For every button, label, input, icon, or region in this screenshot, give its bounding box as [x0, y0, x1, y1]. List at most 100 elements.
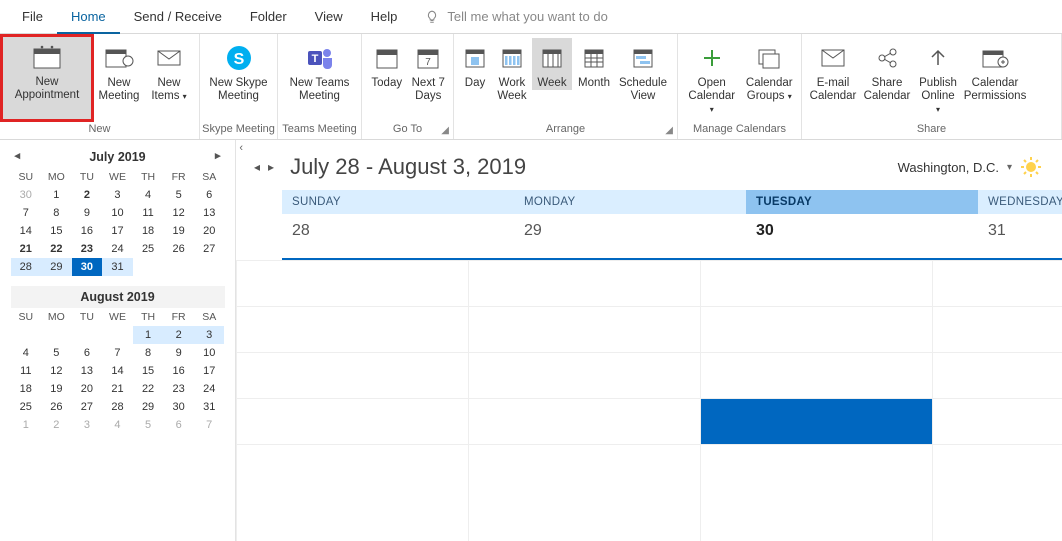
time-slot[interactable] — [933, 306, 1062, 352]
mini-cal-day[interactable]: 1 — [41, 186, 72, 204]
new-meeting-button[interactable]: New Meeting — [93, 38, 145, 103]
tab-folder[interactable]: Folder — [236, 0, 301, 34]
mini-cal-day[interactable]: 20 — [72, 380, 103, 398]
mini-cal-day[interactable]: 4 — [133, 186, 164, 204]
mini-cal-day[interactable]: 5 — [163, 186, 194, 204]
mini-cal-day[interactable]: 1 — [133, 326, 164, 344]
new-appointment-button[interactable]: New Appointment — [3, 37, 91, 119]
today-button[interactable]: Today — [366, 38, 408, 90]
time-slot[interactable] — [933, 260, 1062, 306]
email-calendar-button[interactable]: E-mail Calendar — [806, 38, 860, 103]
mini-cal-day[interactable]: 30 — [11, 186, 42, 204]
new-items-button[interactable]: New Items ▾ — [145, 38, 193, 103]
mini-cal-day[interactable]: 2 — [163, 326, 194, 344]
mini-cal-day[interactable]: 21 — [102, 380, 133, 398]
mini-cal-day[interactable]: 13 — [72, 362, 103, 380]
day-column[interactable] — [236, 260, 468, 541]
mini-cal-day[interactable]: 17 — [194, 362, 225, 380]
mini-cal-day[interactable]: 1 — [11, 416, 42, 434]
time-slot[interactable] — [933, 398, 1062, 444]
day-column-header[interactable]: WEDNESDAY31 — [978, 190, 1062, 258]
share-calendar-button[interactable]: Share Calendar — [860, 38, 914, 103]
next-week-button[interactable]: ▸ — [264, 160, 278, 174]
mini-cal-day[interactable]: 3 — [194, 326, 225, 344]
time-slot[interactable] — [701, 260, 932, 306]
mini-cal-day[interactable]: 21 — [11, 240, 42, 258]
time-slot[interactable] — [469, 260, 700, 306]
mini-cal-day[interactable]: 10 — [102, 204, 133, 222]
time-slot[interactable] — [237, 260, 468, 306]
mini-cal-day[interactable]: 8 — [41, 204, 72, 222]
mini-cal-day[interactable]: 16 — [72, 222, 103, 240]
work-week-button[interactable]: Work Week — [492, 38, 532, 103]
tab-home[interactable]: Home — [57, 0, 120, 34]
mini-cal-day[interactable]: 31 — [194, 398, 225, 416]
day-column-header[interactable]: SUNDAY28 — [282, 190, 514, 258]
mini-cal-day[interactable]: 4 — [11, 344, 42, 362]
mini-cal-day[interactable]: 27 — [72, 398, 103, 416]
mini-cal-day[interactable]: 28 — [102, 398, 133, 416]
mini-cal-day[interactable]: 6 — [194, 186, 225, 204]
mini-cal-day[interactable]: 28 — [11, 258, 42, 276]
day-column-header[interactable]: MONDAY29 — [514, 190, 746, 258]
mini-cal-day[interactable]: 4 — [102, 416, 133, 434]
new-teams-meeting-button[interactable]: T New Teams Meeting — [282, 38, 357, 103]
collapse-navigator-icon[interactable]: ‹ — [239, 142, 243, 154]
calendar-groups-button[interactable]: Calendar Groups ▾ — [741, 38, 797, 103]
time-slot[interactable] — [469, 306, 700, 352]
tab-help[interactable]: Help — [357, 0, 412, 34]
mini-cal-day[interactable]: 6 — [72, 344, 103, 362]
mini-cal-day[interactable]: 30 — [163, 398, 194, 416]
mini-cal-day[interactable]: 25 — [133, 240, 164, 258]
time-slot[interactable] — [701, 444, 932, 490]
mini-cal-day[interactable]: 19 — [163, 222, 194, 240]
next-month-button[interactable]: ▸ — [215, 149, 221, 162]
day-column-header[interactable]: TUESDAY30 — [746, 190, 978, 258]
mini-cal-day[interactable]: 6 — [163, 416, 194, 434]
time-slot[interactable] — [933, 352, 1062, 398]
publish-online-button[interactable]: Publish Online ▾ — [914, 38, 962, 116]
mini-cal-day[interactable]: 2 — [72, 186, 103, 204]
mini-cal-day[interactable]: 22 — [133, 380, 164, 398]
mini-cal-day[interactable]: 9 — [72, 204, 103, 222]
prev-week-button[interactable]: ◂ — [250, 160, 264, 174]
tab-send-receive[interactable]: Send / Receive — [120, 0, 236, 34]
mini-cal-day[interactable]: 25 — [11, 398, 42, 416]
mini-cal-day[interactable]: 5 — [41, 344, 72, 362]
time-grid[interactable] — [236, 260, 1062, 541]
mini-cal-day[interactable]: 19 — [41, 380, 72, 398]
time-slot[interactable] — [701, 352, 932, 398]
day-column[interactable] — [932, 260, 1062, 541]
mini-cal-day[interactable]: 22 — [41, 240, 72, 258]
mini-cal-day[interactable]: 8 — [133, 344, 164, 362]
mini-cal-day[interactable]: 23 — [163, 380, 194, 398]
mini-cal-day[interactable]: 27 — [194, 240, 225, 258]
mini-cal-day[interactable]: 7 — [102, 344, 133, 362]
prev-month-button[interactable]: ◂ — [15, 149, 21, 162]
mini-cal-day[interactable]: 29 — [41, 258, 72, 276]
mini-cal-day[interactable]: 18 — [133, 222, 164, 240]
mini-cal-day[interactable]: 31 — [102, 258, 133, 276]
time-slot[interactable] — [933, 444, 1062, 490]
mini-cal-day[interactable]: 10 — [194, 344, 225, 362]
goto-launcher-icon[interactable]: ◢ — [441, 123, 449, 139]
mini-cal-day[interactable]: 7 — [194, 416, 225, 434]
tab-view[interactable]: View — [301, 0, 357, 34]
location-dropdown-icon[interactable]: ▾ — [1007, 162, 1012, 173]
time-slot[interactable] — [237, 444, 468, 490]
time-slot[interactable] — [701, 306, 932, 352]
time-slot[interactable] — [237, 306, 468, 352]
calendar-event[interactable] — [701, 399, 932, 444]
arrange-launcher-icon[interactable]: ◢ — [665, 123, 673, 139]
mini-cal-day[interactable]: 17 — [102, 222, 133, 240]
mini-cal-day[interactable]: 11 — [11, 362, 42, 380]
mini-cal-day[interactable]: 24 — [102, 240, 133, 258]
time-slot[interactable] — [469, 444, 700, 490]
mini-cal-day[interactable]: 3 — [72, 416, 103, 434]
mini-cal-day[interactable]: 14 — [102, 362, 133, 380]
mini-cal-day[interactable]: 7 — [11, 204, 42, 222]
mini-cal-day[interactable]: 11 — [133, 204, 164, 222]
time-slot[interactable] — [469, 352, 700, 398]
mini-cal-day[interactable]: 15 — [41, 222, 72, 240]
schedule-view-button[interactable]: Schedule View — [616, 38, 670, 103]
